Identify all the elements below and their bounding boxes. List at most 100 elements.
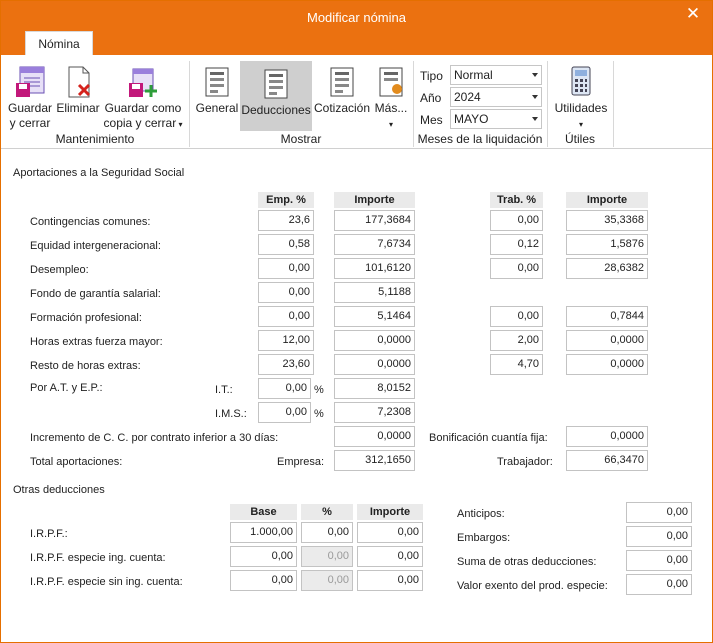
importe-trabajador-field[interactable]: 28,6382 (566, 258, 648, 279)
anio-label: Año (420, 91, 442, 105)
trab-pct-field[interactable]: 0,00 (490, 210, 543, 231)
save-copy-icon (129, 68, 157, 97)
deducciones-panel: Aportaciones a la Seguridad Social Emp. … (1, 149, 712, 642)
anio-value: 2024 (454, 90, 481, 104)
group-mostrar: Mostrar (280, 132, 322, 146)
otras-deducciones-title: Otras deducciones (13, 484, 105, 496)
anticipos-field[interactable]: 0,00 (626, 502, 692, 523)
divider (613, 61, 614, 147)
emp-pct-field[interactable]: 0,00 (258, 282, 314, 303)
importe-empresa-field[interactable]: 0,0000 (334, 354, 415, 375)
it-importe-field[interactable]: 8,0152 (334, 378, 415, 399)
importe-trabajador-field[interactable]: 0,0000 (566, 354, 648, 375)
suma-otras-label: Suma de otras deducciones: (457, 556, 597, 568)
importe-empresa-field[interactable]: 177,3684 (334, 210, 415, 231)
percent-sign: % (314, 384, 324, 396)
total-trabajador-field[interactable]: 66,3470 (566, 450, 648, 471)
general-form-icon (205, 67, 229, 97)
group-meses: Meses de la liquidación (417, 132, 543, 146)
percent-sign: % (314, 408, 324, 420)
valor-exento-field[interactable]: 0,00 (626, 574, 692, 595)
irpf-especie-ing-importe-field[interactable]: 0,00 (357, 546, 423, 567)
importe-empresa-field[interactable]: 5,1188 (334, 282, 415, 303)
header-pct: % (301, 504, 353, 520)
row-label: Contingencias comunes: (30, 216, 151, 228)
emp-pct-field[interactable]: 23,6 (258, 210, 314, 231)
it-label: I.T.: (215, 384, 233, 396)
close-icon[interactable]: ✕ (680, 4, 706, 26)
emp-pct-field[interactable]: 0,00 (258, 306, 314, 327)
irpf-base-field[interactable]: 1.000,00 (230, 522, 297, 543)
importe-trabajador-field[interactable]: 1,5876 (566, 234, 648, 255)
importe-empresa-field[interactable]: 0,0000 (334, 330, 415, 351)
trab-pct-field[interactable]: 2,00 (490, 330, 543, 351)
cotizacion-button[interactable]: Cotización (313, 59, 371, 129)
trab-pct-field[interactable]: 4,70 (490, 354, 543, 375)
tipo-select[interactable]: Normal (450, 65, 542, 85)
mes-value: MAYO (454, 112, 489, 126)
emp-pct-field[interactable]: 0,00 (258, 258, 314, 279)
importe-trabajador-field[interactable]: 35,3368 (566, 210, 648, 231)
total-empresa-field[interactable]: 312,1650 (334, 450, 415, 471)
irpf-especie-sin-importe-field[interactable]: 0,00 (357, 570, 423, 591)
chevron-down-icon (532, 73, 538, 77)
importe-trabajador-field[interactable]: 0,0000 (566, 330, 648, 351)
guardar-label: Guardar y cerrar (7, 101, 53, 130)
chevron-down-icon (532, 117, 538, 121)
emp-pct-field[interactable]: 0,58 (258, 234, 314, 255)
row-label: Fondo de garantía salarial: (30, 288, 161, 300)
irpf-especie-sin-pct-field: 0,00 (301, 570, 353, 591)
aportaciones-title: Aportaciones a la Seguridad Social (13, 167, 185, 179)
tab-nomina[interactable]: Nómina (25, 31, 93, 56)
cotizacion-form-icon (330, 67, 354, 97)
row-label: Horas extras fuerza mayor: (30, 336, 163, 348)
irpf-pct-field[interactable]: 0,00 (301, 522, 353, 543)
importe-empresa-field[interactable]: 7,6734 (334, 234, 415, 255)
trab-pct-field[interactable]: 0,00 (490, 258, 543, 279)
trabajador-label: Trabajador: (497, 456, 553, 468)
atep-label: Por A.T. y E.P.: (30, 382, 103, 394)
anio-select[interactable]: 2024 (450, 87, 542, 107)
trab-pct-field[interactable]: 0,00 (490, 306, 543, 327)
tipo-value: Normal (454, 68, 493, 82)
importe-empresa-field[interactable]: 5,1464 (334, 306, 415, 327)
emp-pct-field[interactable]: 23,60 (258, 354, 314, 375)
importe-trabajador-field[interactable]: 0,7844 (566, 306, 648, 327)
incremento-field[interactable]: 0,0000 (334, 426, 415, 447)
dropdown-arrow-icon: ▾ (176, 120, 183, 129)
emp-pct-field[interactable]: 12,00 (258, 330, 314, 351)
eliminar-button[interactable]: Eliminar (55, 59, 101, 129)
mas-label: Más... (374, 101, 408, 115)
irpf-importe-field[interactable]: 0,00 (357, 522, 423, 543)
guardar-copia-label: Guardar como copia y cerrar (103, 101, 182, 130)
ims-importe-field[interactable]: 7,2308 (334, 402, 415, 423)
utilidades-button[interactable]: Utilidades ▾ (553, 59, 609, 129)
importe-empresa-field[interactable]: 101,6120 (334, 258, 415, 279)
ribbon: Guardar y cerrar Eliminar Guardar como c… (1, 55, 712, 149)
bonificacion-field[interactable]: 0,0000 (566, 426, 648, 447)
irpf-especie-ing-base-field[interactable]: 0,00 (230, 546, 297, 567)
irpf-label: I.R.P.F.: (30, 528, 68, 540)
deducciones-button[interactable]: Deducciones (240, 61, 312, 131)
dropdown-arrow-icon: ▾ (388, 120, 393, 129)
deducciones-form-icon (264, 69, 288, 99)
it-pct-field[interactable]: 0,00 (258, 378, 311, 399)
embargos-field[interactable]: 0,00 (626, 526, 692, 547)
ims-label: I.M.S.: (215, 408, 247, 420)
mas-button[interactable]: Más... ▾ (373, 59, 409, 129)
chevron-down-icon (532, 95, 538, 99)
trab-pct-field[interactable]: 0,12 (490, 234, 543, 255)
empresa-label: Empresa: (277, 456, 325, 468)
window-title: Modificar nómina (307, 10, 406, 25)
mes-select[interactable]: MAYO (450, 109, 542, 129)
guardar-copia-y-cerrar-button[interactable]: Guardar como copia y cerrar ▾ (103, 59, 183, 130)
calculator-icon (571, 66, 591, 96)
header-importe-trabajador: Importe (566, 192, 648, 208)
save-icon (16, 66, 45, 97)
guardar-y-cerrar-button[interactable]: Guardar y cerrar (7, 59, 53, 130)
ims-pct-field[interactable]: 0,00 (258, 402, 311, 423)
irpf-especie-sin-base-field[interactable]: 0,00 (230, 570, 297, 591)
row-label: Desempleo: (30, 264, 89, 276)
suma-otras-field[interactable]: 0,00 (626, 550, 692, 571)
general-button[interactable]: General (195, 59, 239, 129)
